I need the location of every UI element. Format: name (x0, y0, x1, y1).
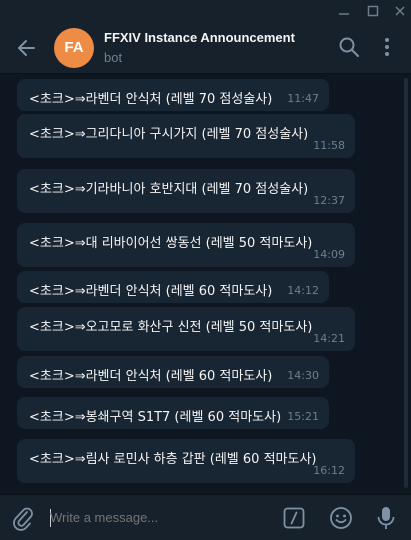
scrollbar[interactable] (404, 78, 408, 488)
message-bubble[interactable]: <초크>⇒라벤더 안식처 (레벨 70 점성술사) 11:47 (17, 79, 329, 111)
message-bubble[interactable]: <초크>⇒그리다니아 구시가지 (레벨 70 점성술사) 11:58 (17, 114, 355, 158)
message-time: 12:37 (313, 194, 345, 207)
chat-status: bot (104, 50, 123, 65)
message-text: <초크>⇒라벤더 안식처 (레벨 60 적마도사) (29, 369, 273, 384)
message-time: 14:12 (287, 284, 319, 297)
message-input[interactable] (50, 507, 270, 529)
telegram-window: FA FFXIV Instance Announcement bot <초크>⇒… (0, 0, 411, 540)
emoji-icon[interactable] (329, 506, 353, 530)
message-bubble[interactable]: <초크>⇒대 리바이어선 쌍동선 (레벨 50 적마도사) 14:09 (17, 223, 355, 267)
message-time: 14:30 (287, 369, 319, 382)
message-text: <초크>⇒오고모로 화산구 신전 (레벨 50 적마도사) (29, 320, 313, 335)
message-bubble[interactable]: <초크>⇒라벤더 안식처 (레벨 60 적마도사) 14:12 (17, 271, 329, 303)
minimize-icon[interactable] (333, 0, 355, 22)
title-bar (0, 0, 411, 22)
paperclip-icon[interactable] (10, 505, 36, 531)
microphone-icon[interactable] (374, 505, 398, 531)
message-text: <초크>⇒라벤더 안식처 (레벨 60 적마도사) (29, 284, 273, 299)
message-text: <초크>⇒봉쇄구역 S1T7 (레벨 60 적마도사) (29, 410, 282, 425)
message-time: 16:12 (313, 464, 345, 477)
composer-bar (0, 494, 411, 540)
maximize-icon[interactable] (362, 0, 384, 22)
message-time: 15:21 (287, 410, 319, 423)
message-text: <초크>⇒라벤더 안식처 (레벨 70 점성술사) (29, 92, 273, 107)
message-text: <초크>⇒기라바니아 호반지대 (레벨 70 점성술사) (29, 182, 309, 197)
message-time: 11:47 (287, 92, 319, 105)
back-arrow-icon[interactable] (14, 35, 40, 61)
message-text: <초크>⇒그리다니아 구시가지 (레벨 70 점성술사) (29, 127, 309, 142)
message-text: <초크>⇒림사 로민사 하층 갑판 (레벨 60 적마도사) (29, 452, 317, 467)
message-bubble[interactable]: <초크>⇒봉쇄구역 S1T7 (레벨 60 적마도사) 15:21 (17, 397, 329, 429)
avatar[interactable]: FA (54, 28, 94, 68)
message-bubble[interactable]: <초크>⇒기라바니아 호반지대 (레벨 70 점성술사) 12:37 (17, 169, 355, 213)
more-vertical-icon[interactable] (376, 36, 398, 58)
close-icon[interactable] (389, 0, 411, 22)
chat-title[interactable]: FFXIV Instance Announcement (104, 30, 295, 45)
message-bubble[interactable]: <초크>⇒라벤더 안식처 (레벨 60 적마도사) 14:30 (17, 356, 329, 388)
chat-header: FA FFXIV Instance Announcement bot (0, 22, 411, 74)
message-bubble[interactable]: <초크>⇒오고모로 화산구 신전 (레벨 50 적마도사) 14:21 (17, 307, 355, 351)
message-list: <초크>⇒라벤더 안식처 (레벨 70 점성술사) 11:47 <초크>⇒그리다… (0, 74, 411, 494)
search-icon[interactable] (338, 36, 360, 58)
message-time: 11:58 (313, 139, 345, 152)
bot-command-icon[interactable] (283, 507, 305, 529)
message-bubble[interactable]: <초크>⇒림사 로민사 하층 갑판 (레벨 60 적마도사) 16:12 (17, 439, 355, 483)
message-time: 14:09 (313, 248, 345, 261)
message-time: 14:21 (313, 332, 345, 345)
message-text: <초크>⇒대 리바이어선 쌍동선 (레벨 50 적마도사) (29, 236, 313, 251)
